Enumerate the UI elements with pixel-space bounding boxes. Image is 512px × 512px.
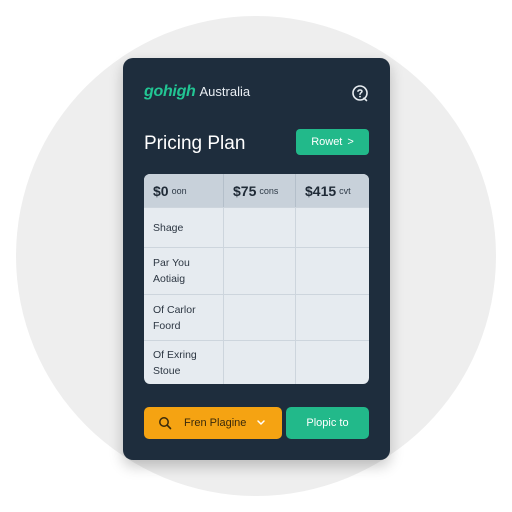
plan-select-button[interactable]: Fren Plagine: [144, 407, 282, 439]
column-unit: oon: [171, 185, 187, 196]
table-cell: [296, 341, 369, 384]
column-price: $415: [305, 182, 337, 199]
continue-button[interactable]: Plopic to: [286, 407, 369, 439]
continue-button-label: Plopic to: [306, 417, 349, 429]
table-cell: [224, 208, 296, 247]
chevron-right-icon: >: [347, 136, 354, 148]
row-label: Shage: [144, 208, 224, 247]
table-cell: [224, 341, 296, 384]
column-header-standard[interactable]: $75 cons: [224, 174, 296, 207]
brand-suffix: Australia: [199, 84, 251, 99]
table-header: $0 oon $75 cons $415 cvt: [144, 174, 369, 207]
page-title: Pricing Plan: [144, 133, 246, 154]
row-label-text: Of Exring Stoue: [153, 348, 197, 377]
table-cell: [224, 248, 296, 294]
chevron-down-icon: [257, 420, 266, 425]
row-label: Par You Aotiaig: [144, 248, 224, 294]
brand-logo: gohigh Australia: [144, 83, 250, 101]
column-header-free[interactable]: $0 oon: [144, 174, 224, 207]
row-label-text: Par You Aotiaig: [153, 257, 190, 285]
brand-name: gohigh: [144, 83, 196, 100]
column-price: $75: [233, 182, 257, 199]
table-cell: [296, 295, 369, 340]
column-unit: cons: [259, 185, 279, 196]
help-button[interactable]: [349, 82, 371, 104]
table-cell: [296, 248, 369, 294]
column-header-premium[interactable]: $415 cvt: [296, 174, 369, 207]
row-label-text: Shage: [153, 221, 184, 234]
reset-button-label: Rowet: [311, 136, 343, 148]
pricing-table: $0 oon $75 cons $415 cvt Shage Par You A…: [144, 174, 369, 384]
table-row: Of Carlor Foord: [144, 294, 369, 340]
table-row: Par You Aotiaig: [144, 247, 369, 294]
pricing-card: gohigh Australia Pricing Plan Rowet > $0…: [123, 58, 390, 460]
table-cell: [224, 295, 296, 340]
column-unit: cvt: [339, 185, 351, 196]
help-circle-icon: [352, 85, 368, 102]
row-label-text: Of Carlor Foord: [153, 303, 196, 332]
reset-button[interactable]: Rowet >: [296, 129, 369, 155]
plan-select-label: Fren Plagine: [184, 417, 247, 429]
table-cell: [296, 208, 369, 247]
table-row: Of Exring Stoue: [144, 340, 369, 384]
table-row: Shage: [144, 207, 369, 247]
search-icon: [159, 417, 172, 430]
column-price: $0: [153, 182, 169, 199]
row-label: Of Carlor Foord: [144, 295, 224, 340]
row-label: Of Exring Stoue: [144, 341, 224, 384]
